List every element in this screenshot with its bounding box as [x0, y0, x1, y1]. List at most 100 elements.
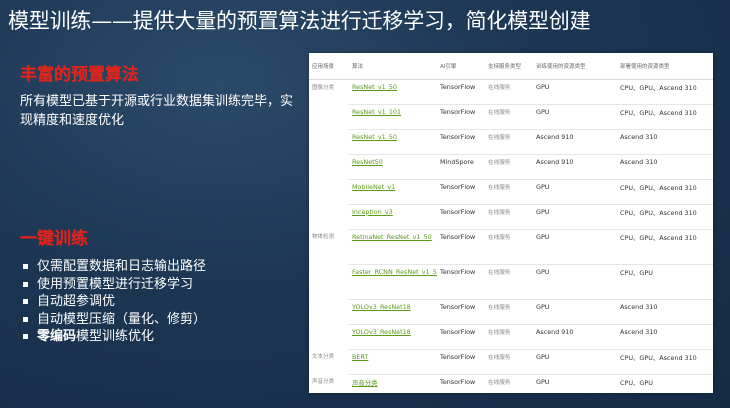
table-row: 图像分类 ResNet_v1_50 TensorFlow 在线服务 GPU CP…: [309, 79, 713, 105]
cell-train-resource: GPU: [533, 104, 617, 130]
cell-scene: [309, 179, 349, 204]
bullet-item: 零编码 模型训练优化: [20, 328, 305, 346]
section-one-click-training: 一键训练 仅需配置数据和日志输出路径 使用预置模型进行迁移学习 自动超参调优 自…: [20, 228, 305, 346]
table-row: ResNet_v1_50 TensorFlow 在线服务 Ascend 910 …: [309, 129, 713, 155]
section-heading-training: 一键训练: [20, 229, 88, 249]
cell-engine: TensorFlow: [437, 349, 485, 375]
cell-train-resource: Ascend 910: [533, 129, 617, 155]
cell-algorithm-link[interactable]: YOLOv3_ResNet18: [349, 299, 437, 325]
bullet-text: 使用预置模型进行迁移学习: [37, 276, 194, 292]
cell-train-resource: GPU: [533, 264, 617, 300]
cell-service: 在线服务: [485, 204, 533, 230]
cell-service: 在线服务: [485, 374, 533, 393]
cell-train-resource: GPU: [533, 204, 617, 230]
cell-engine: TensorFlow: [437, 374, 485, 393]
cell-deploy-resource: CPU、GPU、Ascend 310: [617, 179, 713, 205]
table-row: ResNet_v1_101 TensorFlow 在线服务 GPU CPU、GP…: [309, 104, 713, 130]
bullet-text: 自动模型压缩（量化、修剪）: [37, 311, 207, 327]
cell-algorithm-link[interactable]: MobileNet_v1: [349, 179, 437, 205]
bullet-item: 自动超参调优: [20, 293, 305, 311]
section-preset-algorithms: 丰富的预置算法 所有模型已基于开源或行业数据集训练完毕，实现精度和速度优化: [20, 64, 305, 130]
col-header-algorithm: 算法: [349, 53, 437, 80]
cell-scene: [309, 299, 349, 324]
cell-algorithm-link[interactable]: ResNet_v1_101: [349, 104, 437, 130]
cell-train-resource: Ascend 910: [533, 324, 617, 350]
cell-algorithm-link[interactable]: 声音分类: [349, 374, 437, 393]
cell-service: 在线服务: [485, 104, 533, 130]
cell-algorithm-link[interactable]: Faster_RCNN_ResNet_v1_50: [349, 264, 437, 300]
cell-service: 在线服务: [485, 349, 533, 375]
bullet-text: 自动超参调优: [37, 294, 116, 309]
table-row: YOLOv3_ResNet18 TensorFlow 在线服务 Ascend 9…: [309, 324, 713, 350]
cell-algorithm-link[interactable]: BERT: [349, 349, 437, 375]
col-header-deploy-resource: 部署使用的资源类型: [617, 53, 713, 80]
cell-scene: 声音分类: [312, 379, 335, 385]
cell-train-resource: Ascend 910: [533, 154, 617, 180]
cell-deploy-resource: Ascend 310: [617, 129, 713, 155]
bullet-bold-text: 零编码: [37, 329, 77, 344]
cell-service: 在线服务: [485, 299, 533, 325]
table-row: Faster_RCNN_ResNet_v1_50 TensorFlow 在线服务…: [309, 264, 713, 300]
square-bullet-icon: [23, 299, 28, 305]
cell-engine: TensorFlow: [437, 79, 485, 105]
cell-train-resource: GPU: [533, 179, 617, 205]
table-row: 声音分类 声音分类 TensorFlow 在线服务 GPU CPU、GPU: [309, 374, 713, 393]
square-bullet-icon: [23, 334, 28, 340]
cell-scene: [309, 204, 349, 229]
cell-algorithm-link[interactable]: YOLOv3_ResNet18: [349, 324, 437, 350]
table-row: YOLOv3_ResNet18 TensorFlow 在线服务 GPU Asce…: [309, 299, 713, 325]
square-bullet-icon: [23, 264, 28, 270]
cell-scene: 图像分类: [312, 84, 335, 91]
cell-scene: [309, 104, 349, 129]
cell-deploy-resource: Ascend 310: [617, 324, 713, 350]
cell-service: 在线服务: [485, 264, 533, 300]
algorithm-table-card: 应用场景 算法 AI引擎 支持服务类型 训练使用的资源类型 部署使用的资源类型 …: [309, 53, 713, 393]
bullet-list: 仅需配置数据和日志输出路径 使用预置模型进行迁移学习 自动超参调优 自动模型压缩…: [20, 258, 305, 346]
cell-deploy-resource: CPU、GPU、Ascend 310: [617, 79, 713, 105]
cell-scene: [309, 154, 349, 179]
section-heading-preset: 丰富的预置算法: [20, 65, 139, 85]
cell-service: 在线服务: [485, 154, 533, 180]
table-row: 物体检测 RetinaNet_ResNet_v1_50 TensorFlow 在…: [309, 229, 713, 265]
cell-service: 在线服务: [485, 324, 533, 350]
cell-train-resource: GPU: [533, 349, 617, 375]
cell-algorithm-link[interactable]: RetinaNet_ResNet_v1_50: [349, 229, 437, 265]
cell-deploy-resource: CPU、GPU: [617, 264, 713, 300]
cell-algorithm-link[interactable]: ResNet50: [349, 154, 437, 180]
cell-scene: [309, 324, 349, 349]
cell-engine: TensorFlow: [437, 264, 485, 300]
cell-deploy-resource: CPU、GPU、Ascend 310: [617, 204, 713, 230]
square-bullet-icon: [23, 281, 28, 287]
cell-engine: MindSpore: [437, 154, 485, 180]
col-header-scene: 应用场景: [309, 53, 349, 80]
table-row: MobileNet_v1 TensorFlow 在线服务 GPU CPU、GPU…: [309, 179, 713, 205]
cell-algorithm-link[interactable]: ResNet_v1_50: [349, 129, 437, 155]
cell-scene: [309, 129, 349, 154]
cell-algorithm-link[interactable]: Inception_v3: [349, 204, 437, 230]
cell-deploy-resource: Ascend 310: [617, 154, 713, 180]
cell-service: 在线服务: [485, 79, 533, 105]
cell-deploy-resource: Ascend 310: [617, 299, 713, 325]
bullet-text: 模型训练优化: [76, 329, 155, 344]
bullet-text: 仅需配置数据和日志输出路径: [37, 259, 207, 274]
col-header-train-resource: 训练使用的资源类型: [533, 53, 617, 80]
cell-engine: TensorFlow: [437, 104, 485, 130]
table-row: 文本分类 BERT TensorFlow 在线服务 GPU CPU、GPU、As…: [309, 349, 713, 375]
col-header-service: 支持服务类型: [485, 53, 533, 80]
algorithm-table: 应用场景 算法 AI引擎 支持服务类型 训练使用的资源类型 部署使用的资源类型 …: [309, 53, 713, 393]
cell-engine: TensorFlow: [437, 129, 485, 155]
cell-engine: TensorFlow: [437, 324, 485, 350]
cell-service: 在线服务: [485, 179, 533, 205]
cell-train-resource: GPU: [533, 229, 617, 265]
cell-algorithm-link[interactable]: ResNet_v1_50: [349, 79, 437, 105]
cell-scene: 物体检测: [312, 234, 335, 240]
square-bullet-icon: [23, 316, 28, 322]
bullet-item: 自动模型压缩（量化、修剪）: [20, 311, 305, 329]
cell-deploy-resource: CPU、GPU、Ascend 310: [617, 104, 713, 130]
cell-train-resource: GPU: [533, 79, 617, 105]
cell-deploy-resource: CPU、GPU、Ascend 310: [617, 229, 713, 265]
cell-deploy-resource: CPU、GPU: [617, 374, 713, 393]
cell-scene: [309, 264, 349, 299]
col-header-engine: AI引擎: [437, 53, 485, 80]
bullet-item: 使用预置模型进行迁移学习: [20, 276, 305, 294]
